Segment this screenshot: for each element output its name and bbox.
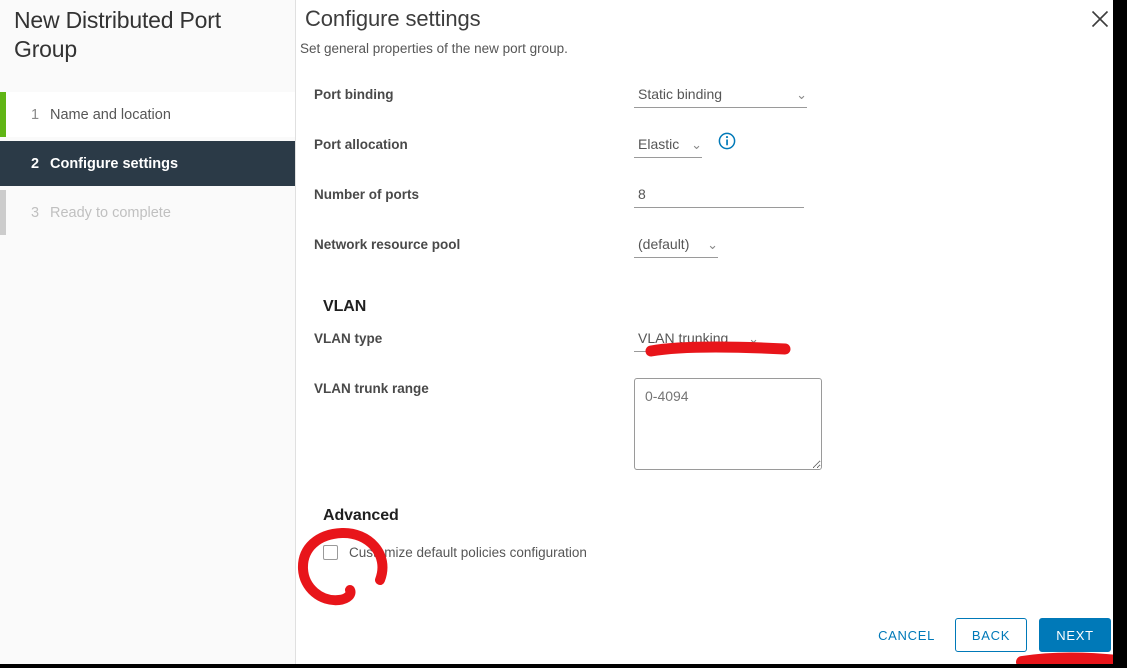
network-resource-pool-select[interactable]: (default) ⌄ (634, 234, 718, 258)
window-bottom-edge (0, 664, 1127, 668)
field-row-network-resource-pool: Network resource pool (default) ⌄ (314, 232, 1127, 282)
vlan-type-control: VLAN trunking ⌄ (634, 326, 759, 352)
vlan-section: VLAN type VLAN trunking ⌄ VLAN trunk ran… (314, 322, 1127, 475)
close-x-icon[interactable] (1089, 8, 1111, 30)
chevron-down-icon: ⌄ (691, 136, 702, 152)
field-row-number-of-ports: Number of ports (314, 182, 1127, 232)
step-label: Name and location (50, 106, 171, 123)
step-label: Ready to complete (50, 204, 171, 221)
port-binding-select[interactable]: Static binding ⌄ (634, 84, 807, 108)
field-row-vlan-type: VLAN type VLAN trunking ⌄ (314, 326, 1127, 376)
step-number: 2 (31, 155, 40, 172)
field-row-port-binding: Port binding Static binding ⌄ (314, 82, 1127, 132)
settings-form: Port binding Static binding ⌄ Port alloc… (296, 56, 1127, 560)
vlan-type-value: VLAN trunking (638, 330, 729, 346)
vlan-type-select[interactable]: VLAN trunking ⌄ (634, 328, 759, 352)
vlan-section-heading: VLAN (323, 298, 367, 315)
port-binding-label: Port binding (314, 87, 394, 102)
step-label: Configure settings (50, 155, 179, 172)
wizard-sidebar: New Distributed Port Group 1 Name and lo… (0, 0, 296, 668)
sidebar-step-name-and-location[interactable]: 1 Name and location (0, 92, 295, 137)
network-resource-pool-value: (default) (638, 236, 690, 252)
step-number: 3 (31, 204, 40, 221)
wizard-steps: 1 Name and location 2 Configure settings… (0, 92, 295, 235)
network-resource-pool-label: Network resource pool (314, 237, 461, 252)
wizard-title: New Distributed Port Group (14, 7, 221, 62)
port-allocation-value: Elastic (638, 136, 680, 152)
customize-default-policies-row[interactable]: Customize default policies configuration (314, 531, 1127, 560)
vlan-type-label: VLAN type (314, 331, 383, 346)
page-subtitle: Set general properties of the new port g… (300, 41, 568, 56)
chevron-down-icon: ⌄ (796, 86, 807, 102)
cancel-button[interactable]: CANCEL (870, 618, 943, 652)
back-button[interactable]: BACK (955, 618, 1027, 652)
field-row-vlan-trunk-range: VLAN trunk range (314, 376, 1127, 475)
port-allocation-label: Port allocation (314, 137, 408, 152)
step-number: 1 (31, 106, 40, 123)
wizard-footer: CANCEL BACK NEXT (870, 606, 1113, 664)
vlan-trunk-range-textarea[interactable] (634, 378, 822, 470)
window-right-edge (1113, 0, 1127, 668)
vlan-trunk-range-label: VLAN trunk range (314, 381, 429, 396)
number-of-ports-label: Number of ports (314, 187, 420, 202)
chevron-down-icon: ⌄ (748, 330, 759, 346)
customize-default-policies-checkbox[interactable] (323, 545, 338, 560)
number-of-ports-control (634, 182, 804, 208)
port-binding-control: Static binding ⌄ (634, 82, 807, 108)
field-row-port-allocation: Port allocation Elastic ⌄ (314, 132, 1127, 182)
number-of-ports-input[interactable] (634, 184, 804, 208)
next-button[interactable]: NEXT (1039, 618, 1111, 652)
wizard-content: Configure settings Set general propertie… (296, 0, 1127, 668)
port-allocation-control: Elastic ⌄ (634, 132, 736, 158)
chevron-down-icon: ⌄ (707, 236, 718, 252)
advanced-section-heading: Advanced (323, 507, 399, 524)
info-circle-icon[interactable] (718, 132, 736, 150)
sidebar-step-configure-settings[interactable]: 2 Configure settings (0, 141, 295, 186)
page-title: Configure settings (305, 6, 481, 31)
port-allocation-select[interactable]: Elastic ⌄ (634, 134, 702, 158)
vlan-trunk-range-control (634, 376, 822, 475)
sidebar-step-ready-to-complete[interactable]: 3 Ready to complete (0, 190, 295, 235)
customize-default-policies-label[interactable]: Customize default policies configuration (349, 545, 587, 560)
port-binding-value: Static binding (638, 86, 723, 102)
advanced-section: Advanced Customize default policies conf… (314, 475, 1127, 560)
new-distributed-port-group-wizard: New Distributed Port Group 1 Name and lo… (0, 0, 1127, 668)
network-resource-pool-control: (default) ⌄ (634, 232, 718, 258)
